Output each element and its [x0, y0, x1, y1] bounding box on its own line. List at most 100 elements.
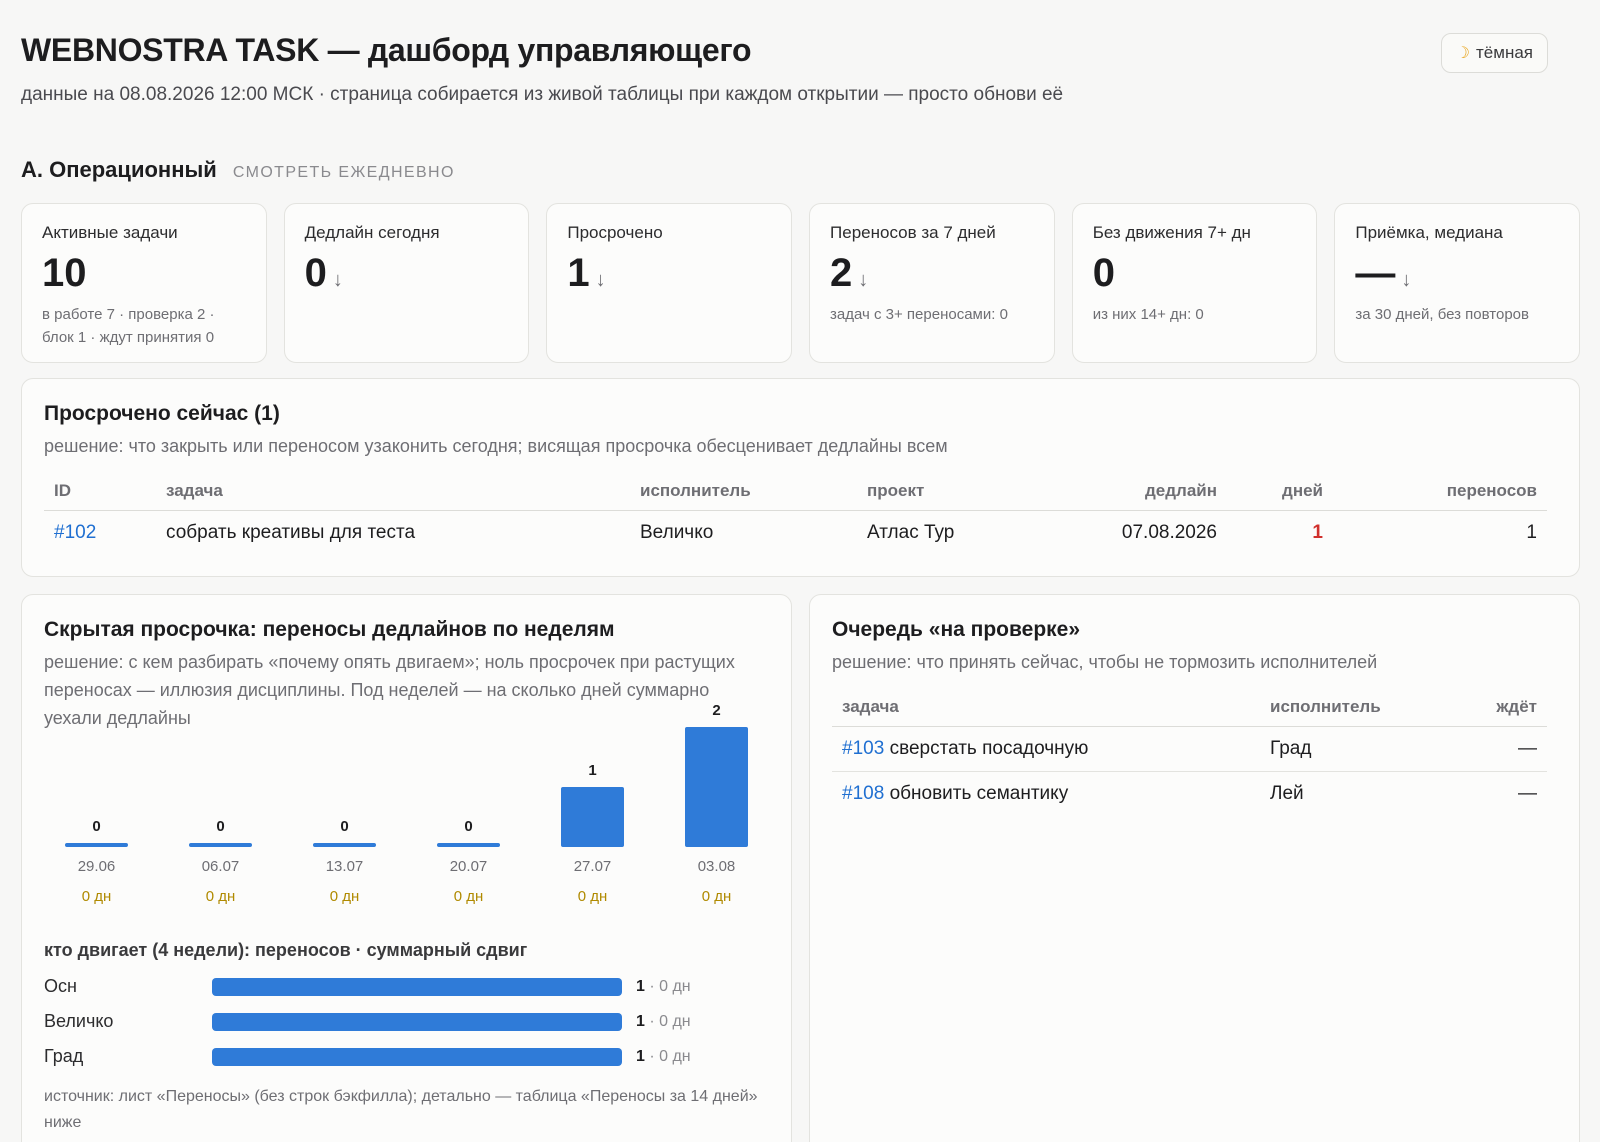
x-tick-label: 03.08: [698, 858, 736, 875]
days-shift-label: 0 дн: [82, 888, 112, 905]
bar-value-label: 2: [712, 702, 720, 719]
trend-arrow-icon: ↓: [858, 269, 869, 291]
kpi-value: 2: [830, 251, 853, 295]
moon-icon: ☽: [1455, 45, 1471, 62]
kpi-note: задач с 3+ переносами: 0: [830, 306, 1008, 323]
overdue-desc: решение: что закрыть или переносом узако…: [44, 436, 948, 456]
days-shift-label: 0 дн: [702, 888, 732, 905]
kpi-card-moves-7d: Переносов за 7 дней 2 ↓ задач с 3+ перено…: [809, 203, 1055, 363]
who-bar: [212, 1012, 622, 1031]
x-tick-label: 06.07: [202, 858, 240, 875]
table-header-row: задача исполнитель ждёт: [832, 688, 1547, 727]
page-title: WEBNOSTRA TASK — дашборд управляющего: [21, 32, 752, 68]
chart-bar: [437, 843, 500, 847]
col-task: задача: [156, 472, 630, 511]
list-item: Град 1 · 0 дн: [44, 1039, 774, 1074]
deadline: 07.08.2026: [1121, 521, 1217, 543]
col-assignee: исполнитель: [630, 472, 857, 511]
col-project: проект: [857, 472, 1047, 511]
kpi-card-stale: Без движения 7+ дн 0 из них 14+ дн: 0: [1071, 203, 1318, 363]
overdue-table: ID задача исполнитель проект дедлайн дне…: [44, 472, 1547, 555]
task-id-link[interactable]: #102: [44, 510, 156, 555]
kpi-value: —: [1355, 251, 1396, 295]
task-name: собрать креативы для теста: [166, 521, 416, 543]
table-row: #102 собрать креативы для теста Величко …: [44, 510, 1547, 555]
x-tick-label: 29.06: [78, 858, 116, 875]
bar-value-label: 0: [340, 818, 348, 835]
trend-arrow-icon: ↓: [595, 269, 606, 291]
chart-bar: [685, 727, 748, 847]
col-deadline: дедлайн: [1047, 472, 1227, 511]
kpi-label: Приёмка, медиана: [1355, 223, 1503, 242]
list-item: Величко 1 · 0 дн: [44, 1004, 774, 1039]
kpi-label: Без движения 7+ дн: [1092, 223, 1251, 242]
who-moves-list: Осн 1 · 0 дн Величко 1 · 0 дн Град 1 · 0…: [44, 969, 774, 1074]
theme-toggle-button[interactable]: ☽ тёмная: [1440, 33, 1548, 73]
days-overdue: 1: [1312, 521, 1323, 543]
who-bar: [212, 977, 622, 996]
kpi-note: из них 14+ дн: 0: [1092, 306, 1204, 323]
review-desc: решение: что принять сейчас, чтобы не то…: [832, 652, 1378, 672]
assignee: Лей: [1270, 782, 1304, 804]
kpi-card-active: Активные задачи 10 в работе 7 · проверка…: [21, 203, 267, 363]
bar-value-label: 0: [464, 818, 472, 835]
kpi-card-overdue: Просрочено 1 ↓: [546, 203, 793, 363]
waits: —: [1518, 782, 1537, 804]
chart-bar: [189, 843, 252, 847]
kpi-value: 1: [567, 251, 590, 295]
kpi-value: 10: [42, 251, 87, 295]
col-task: задача: [832, 688, 1260, 727]
hidden-overdue-card: Скрытая просрочка: переносы дедлайнов по…: [21, 594, 792, 1142]
table-header-row: ID задача исполнитель проект дедлайн дне…: [44, 472, 1547, 511]
moves-count: 1: [1526, 521, 1537, 543]
trend-arrow-icon: ↓: [1401, 269, 1412, 291]
kpi-card-deadline-today: Дедлайн сегодня 0 ↓: [283, 203, 530, 363]
kpi-label: Дедлайн сегодня: [304, 223, 440, 242]
col-moves: переносов: [1333, 472, 1547, 511]
col-days: дней: [1227, 472, 1333, 511]
waits: —: [1518, 737, 1537, 759]
kpi-label: Переносов за 7 дней: [830, 223, 996, 242]
kpi-value: 0: [304, 251, 327, 295]
overdue-card: Просрочено сейчас (1) решение: что закры…: [21, 378, 1580, 577]
kpi-note: за 30 дней, без повторов: [1355, 306, 1529, 323]
kpi-label: Просрочено: [567, 223, 663, 242]
list-item: Осн 1 · 0 дн: [44, 969, 774, 1004]
section-header: A. Операционный СМОТРЕТЬ ЕЖЕДНЕВНО: [21, 157, 455, 183]
trend-arrow-icon: ↓: [332, 269, 343, 291]
col-id: ID: [44, 472, 156, 511]
project: Атлас Тур: [867, 521, 955, 543]
chart-bar: [65, 843, 128, 847]
review-task[interactable]: #108 обновить семантику: [832, 771, 1260, 816]
table-row: #103 сверстать посадочную Град —: [832, 726, 1547, 771]
review-table: задача исполнитель ждёт #103 сверстать п…: [832, 688, 1547, 816]
days-shift-label: 0 дн: [454, 888, 484, 905]
chart-bar: [313, 843, 376, 847]
section-title: A. Операционный: [21, 157, 217, 182]
assignee: Град: [1270, 737, 1312, 759]
days-shift-label: 0 дн: [330, 888, 360, 905]
bar-value-label: 0: [92, 818, 100, 835]
kpi-row: Активные задачи 10 в работе 7 · проверка…: [21, 203, 1581, 363]
who-value: 1 · 0 дн: [636, 1047, 691, 1065]
days-shift-label: 0 дн: [206, 888, 236, 905]
review-task[interactable]: #103 сверстать посадочную: [832, 726, 1260, 771]
page-header: WEBNOSTRA TASK — дашборд управляющего да…: [21, 30, 1581, 106]
who-name: Град: [44, 1046, 84, 1066]
moves-by-week-chart: 0 29.06 0 дн 0 06.07 0 дн 0 13.07 0 дн 0 20.07 0 дн…: [65, 702, 748, 905]
review-title: Очередь «на проверке»: [832, 618, 1081, 641]
who-value: 1 · 0 дн: [636, 1012, 691, 1030]
page-subtitle: данные на 08.08.2026 12:00 МСК · страниц…: [21, 84, 1064, 105]
days-shift-label: 0 дн: [578, 888, 608, 905]
assignee: Величко: [640, 521, 714, 543]
source-note: источник: лист «Переносы» (без строк бэк…: [44, 1088, 758, 1131]
x-tick-label: 20.07: [450, 858, 488, 875]
x-tick-label: 13.07: [326, 858, 364, 875]
section-tag: СМОТРЕТЬ ЕЖЕДНЕВНО: [232, 164, 455, 181]
who-value: 1 · 0 дн: [636, 977, 691, 995]
kpi-value: 0: [1092, 251, 1115, 295]
table-row: #108 обновить семантику Лей —: [832, 771, 1547, 816]
who-bar: [212, 1047, 622, 1066]
col-assignee: исполнитель: [1260, 688, 1457, 727]
col-waits: ждёт: [1456, 688, 1547, 727]
